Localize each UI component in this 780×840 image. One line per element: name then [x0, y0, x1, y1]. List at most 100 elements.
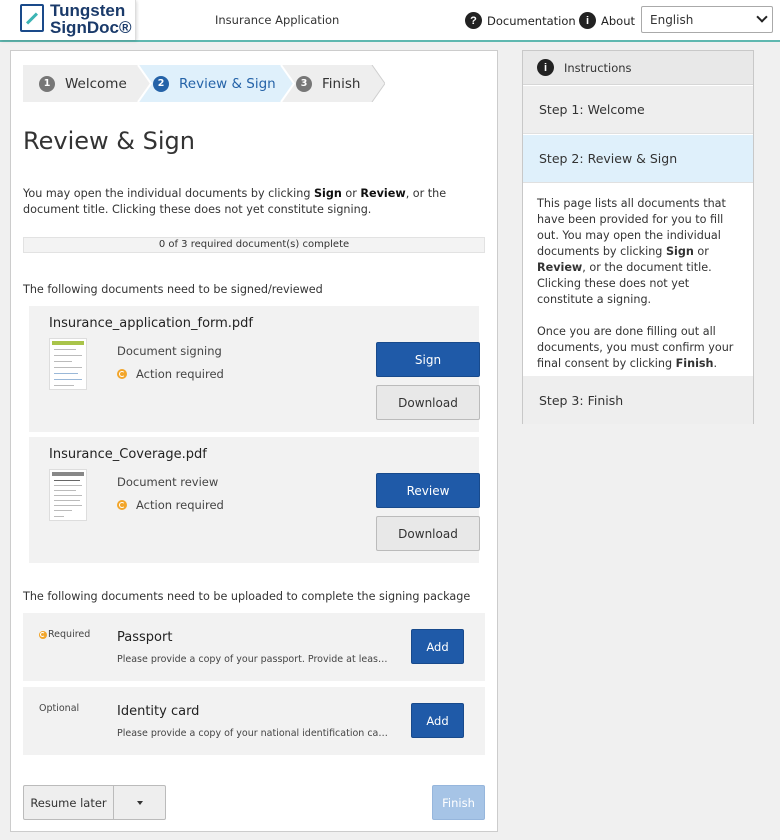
- thumbnail-line: [54, 510, 72, 511]
- step-number: 3: [296, 75, 312, 92]
- thumbnail-line: [54, 500, 80, 501]
- upload-card: Optional Identity card Please provide a …: [23, 687, 485, 755]
- upload-description: Please provide a copy of your passport. …: [117, 654, 389, 665]
- intro-sign-bold: Sign: [313, 187, 342, 200]
- instr-sign-bold: Sign: [665, 245, 694, 258]
- warning-icon: [117, 369, 127, 379]
- caret-down-icon: [137, 800, 143, 805]
- thumbnail-line: [54, 480, 80, 481]
- instr-part: .: [713, 357, 718, 370]
- language-value: English: [650, 13, 694, 27]
- intro-part: You may open the individual documents by…: [23, 187, 314, 200]
- document-status: Action required: [117, 498, 224, 512]
- progress-stepper: 1 Welcome 2 Review & Sign 3 Finish: [23, 65, 385, 102]
- step-number: 1: [39, 75, 55, 92]
- step-finish[interactable]: 3 Finish: [296, 65, 360, 102]
- instructions-header: i Instructions: [523, 51, 753, 85]
- resume-dropdown-toggle[interactable]: [114, 786, 166, 819]
- document-title-link[interactable]: Insurance_application_form.pdf: [49, 316, 253, 331]
- instructions-paragraph: Once you are done filling out all docume…: [537, 324, 747, 372]
- thumbnail-line: [54, 505, 82, 506]
- logo-line1: Tungsten: [50, 1, 126, 20]
- finish-button[interactable]: Finish: [432, 785, 485, 820]
- document-card: Insurance_application_form.pdf Document …: [29, 306, 480, 432]
- chevron-down-icon: [756, 11, 768, 23]
- upload-section-label: The following documents need to be uploa…: [23, 590, 471, 603]
- document-thumbnail[interactable]: [49, 469, 87, 521]
- thumbnail-line: [54, 485, 82, 486]
- info-icon: i: [579, 12, 596, 29]
- requirement-badge: Required: [39, 629, 90, 640]
- thumbnail-line: [54, 367, 82, 368]
- info-icon: i: [537, 59, 554, 76]
- step-label: Finish: [322, 75, 361, 92]
- app-header: Tungsten SignDoc® Insurance Application …: [0, 0, 780, 42]
- step-number: 2: [153, 75, 169, 92]
- thumbnail-line: [54, 361, 72, 362]
- thumbnail-header: [52, 472, 84, 476]
- requirement-text: Required: [48, 629, 91, 640]
- upload-title: Identity card: [117, 704, 200, 719]
- thumbnail-line: [54, 516, 64, 517]
- warning-icon: [39, 630, 47, 639]
- intro-part: or: [341, 187, 361, 200]
- document-status: Action required: [117, 367, 224, 381]
- thumbnail-header: [52, 341, 84, 345]
- main-panel: 1 Welcome 2 Review & Sign 3 Finish Revie…: [10, 50, 498, 832]
- warning-icon: [117, 500, 127, 510]
- sign-button[interactable]: Sign: [376, 342, 480, 377]
- question-icon: ?: [465, 12, 482, 29]
- requirement-badge: Optional: [39, 703, 79, 714]
- thumbnail-line: [54, 349, 76, 350]
- download-button[interactable]: Download: [376, 516, 480, 551]
- document-thumbnail[interactable]: [49, 338, 87, 390]
- upload-description: Please provide a copy of your national i…: [117, 728, 389, 739]
- intro-text: You may open the individual documents by…: [23, 186, 483, 218]
- resume-later-button[interactable]: Resume later: [24, 786, 114, 819]
- thumbnail-line: [54, 495, 82, 496]
- status-text: Action required: [136, 367, 224, 381]
- step-welcome[interactable]: 1 Welcome: [39, 65, 127, 102]
- documentation-link[interactable]: ? Documentation: [465, 12, 576, 29]
- review-button[interactable]: Review: [376, 473, 480, 508]
- page-title: Review & Sign: [23, 127, 195, 155]
- instructions-step-finish[interactable]: Step 3: Finish: [523, 376, 753, 424]
- intro-review-bold: Review: [360, 187, 406, 200]
- document-title-link[interactable]: Insurance_Coverage.pdf: [49, 447, 207, 462]
- thumbnail-line: [54, 490, 76, 491]
- about-link[interactable]: i About: [579, 12, 635, 29]
- thumbnail-line: [54, 385, 74, 386]
- document-type: Document signing: [117, 344, 222, 358]
- instructions-body: This page lists all documents that have …: [537, 196, 747, 388]
- step-review-sign[interactable]: 2 Review & Sign: [153, 65, 276, 102]
- signdoc-logo-icon: [20, 4, 44, 32]
- status-text: Action required: [136, 498, 224, 512]
- download-button[interactable]: Download: [376, 385, 480, 420]
- about-label: About: [601, 13, 636, 28]
- instructions-title: Instructions: [564, 60, 632, 75]
- instructions-step-review-sign[interactable]: Step 2: Review & Sign: [523, 135, 753, 183]
- instr-review-bold: Review: [537, 261, 583, 274]
- instructions-panel: i Instructions Step 1: Welcome Step 2: R…: [522, 50, 754, 424]
- instructions-step-welcome[interactable]: Step 1: Welcome: [523, 86, 753, 134]
- tungsten-signdoc-logo[interactable]: Tungsten SignDoc®: [0, 0, 136, 40]
- add-passport-button[interactable]: Add: [411, 629, 464, 664]
- documentation-label: Documentation: [487, 13, 576, 28]
- resume-later-split-button: Resume later: [23, 785, 166, 820]
- logo-text: Tungsten SignDoc®: [50, 2, 131, 36]
- step-label: Review & Sign: [179, 75, 276, 92]
- requirement-text: Optional: [39, 703, 80, 714]
- upload-card: Required Passport Please provide a copy …: [23, 613, 485, 681]
- document-card: Insurance_Coverage.pdf Document review A…: [29, 437, 480, 563]
- instr-finish-bold: Finish: [675, 357, 714, 370]
- app-title: Insurance Application: [215, 13, 340, 27]
- sign-section-label: The following documents need to be signe…: [23, 283, 323, 296]
- logo-line2: SignDoc®: [50, 18, 132, 37]
- language-select[interactable]: English: [641, 6, 773, 33]
- add-identity-card-button[interactable]: Add: [411, 703, 464, 738]
- thumbnail-line: [54, 373, 78, 374]
- document-type: Document review: [117, 475, 219, 489]
- thumbnail-line: [54, 379, 82, 380]
- instructions-paragraph: This page lists all documents that have …: [537, 196, 747, 308]
- thumbnail-line: [54, 355, 82, 356]
